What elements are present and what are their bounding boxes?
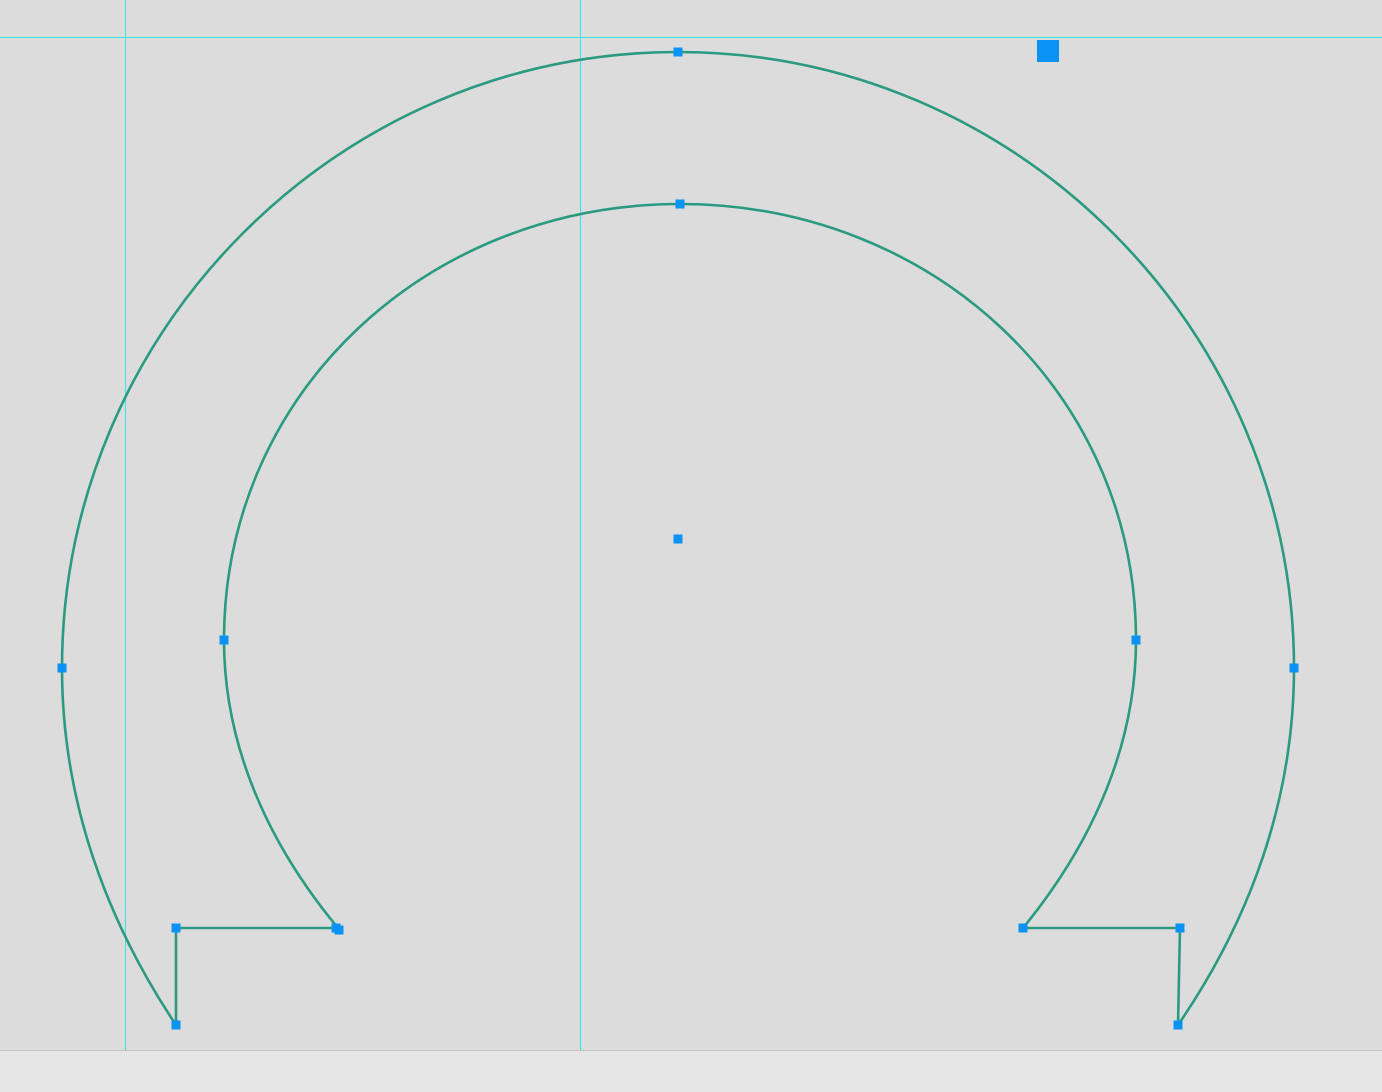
anchor-point[interactable] — [1018, 923, 1028, 933]
drawing-canvas[interactable] — [0, 0, 1382, 1050]
vector-drawing[interactable] — [0, 0, 1382, 1050]
anchor-point[interactable] — [57, 663, 67, 673]
anchor-point[interactable] — [675, 199, 685, 209]
anchor-point[interactable] — [171, 1020, 181, 1030]
anchor-point[interactable] — [334, 925, 344, 935]
status-bar — [0, 1050, 1382, 1092]
editor-window — [0, 0, 1382, 1092]
anchor-point[interactable] — [1175, 923, 1185, 933]
anchor-point[interactable] — [171, 923, 181, 933]
anchor-point[interactable] — [673, 47, 683, 57]
center-point[interactable] — [673, 534, 683, 544]
selection-handle[interactable] — [1037, 40, 1059, 62]
anchor-point[interactable] — [219, 635, 229, 645]
anchor-point[interactable] — [1131, 635, 1141, 645]
anchor-point[interactable] — [1173, 1020, 1183, 1030]
anchor-point[interactable] — [1289, 663, 1299, 673]
